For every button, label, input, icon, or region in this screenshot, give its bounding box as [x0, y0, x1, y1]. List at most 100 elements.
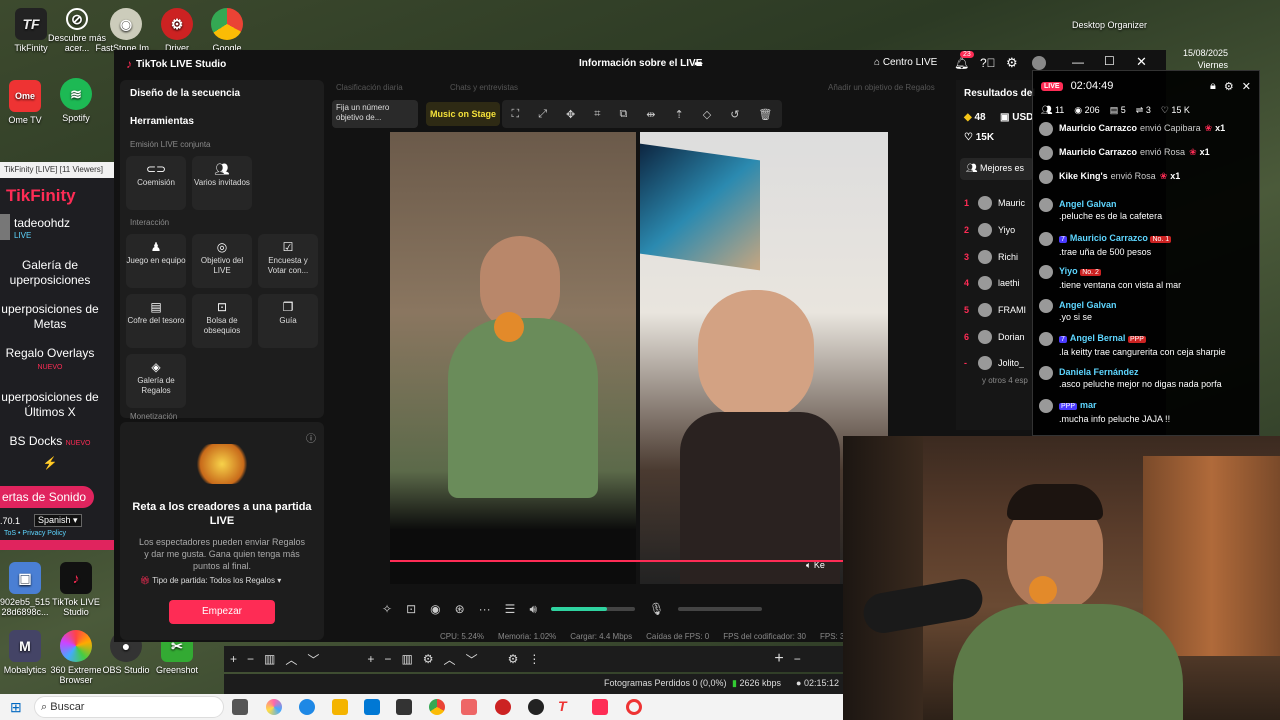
desktop-icon-spotify[interactable]: ≋ Spotify: [45, 78, 107, 123]
driver-icon[interactable]: [495, 699, 511, 715]
live-goal-button[interactable]: ◎ Objetivo del LIVE: [192, 234, 252, 288]
gear-icon[interactable]: ⚙: [423, 652, 434, 666]
ranking-row[interactable]: 6 Dorian: [964, 323, 1034, 350]
sound-alerts-button[interactable]: ertas de Sonido: [0, 486, 94, 508]
up-icon[interactable]: ︿: [444, 651, 456, 668]
copilot-icon[interactable]: [266, 699, 282, 715]
add-icon[interactable]: +: [774, 650, 783, 668]
cohost-button[interactable]: ⊂⊃ Coemisión: [126, 156, 186, 210]
ranking-row[interactable]: 3 Richi: [964, 243, 1034, 270]
tikfinity-menu-item[interactable]: BS Docks NUEVO: [0, 434, 100, 456]
copy-icon[interactable]: ⧉: [619, 108, 627, 121]
expand-icon[interactable]: ⤢: [538, 108, 547, 121]
volume-slider[interactable]: [551, 607, 635, 611]
more-icon[interactable]: ···: [479, 602, 491, 616]
volume-icon[interactable]: 🔊︎: [529, 602, 537, 617]
help-icon[interactable]: ?⃝: [980, 56, 996, 70]
poll-button[interactable]: ☑ Encuesta y Votar con...: [258, 234, 318, 288]
windows-start-icon[interactable]: ⊞: [10, 699, 22, 716]
add-icon[interactable]: +: [230, 652, 237, 666]
sliders-icon[interactable]: ☰: [505, 602, 516, 616]
ranking-row[interactable]: 5 FRAMI: [964, 297, 1034, 324]
language-select[interactable]: Spanish ▾: [34, 514, 82, 527]
desktop-icon-tiktok-live-studio[interactable]: ♪ TikTok LIVE Studio: [45, 562, 107, 617]
treasure-chest-button[interactable]: ▤ Cofre del tesoro: [126, 294, 186, 348]
gift-gallery-button[interactable]: ◈ Galería de Regalos: [126, 354, 186, 408]
undo-icon[interactable]: ↺: [730, 108, 739, 121]
center-icon[interactable]: ✥: [566, 108, 575, 121]
camera-icon[interactable]: ⊛: [455, 602, 465, 616]
tos-privacy-links[interactable]: ToS • Privacy Policy: [4, 530, 66, 537]
layer-up-icon[interactable]: ⇡: [675, 108, 684, 121]
up-icon[interactable]: ︿: [285, 651, 297, 668]
add-icon[interactable]: +: [367, 652, 374, 666]
ranking-row[interactable]: 1 Mauric: [964, 190, 1034, 217]
tab-daily-ranking[interactable]: Clasificación diaria: [336, 83, 403, 92]
opera-icon[interactable]: [626, 699, 642, 715]
close-icon[interactable]: ✕: [1136, 54, 1147, 70]
magic-wand-icon[interactable]: ✧: [382, 602, 392, 616]
share-icon[interactable]: ➦: [694, 57, 703, 70]
tikfinity-menu-item[interactable]: uperposiciones de Últimos X: [0, 390, 100, 434]
layer-icon[interactable]: ◇: [703, 108, 711, 121]
team-game-button[interactable]: ♟ Juego en equipo: [126, 234, 186, 288]
ranking-row[interactable]: 2 Yiyo: [964, 217, 1034, 244]
down-icon[interactable]: ﹀: [466, 651, 478, 668]
fullscreen-icon[interactable]: ⛶: [512, 108, 520, 121]
filter-icon[interactable]: ▥: [264, 652, 275, 666]
screen-icon[interactable]: ⊡: [406, 602, 416, 616]
maximize-icon[interactable]: ☐: [1104, 54, 1115, 68]
edge-icon[interactable]: [299, 699, 315, 715]
microphone-icon[interactable]: 🎙︎: [649, 602, 664, 616]
remove-icon[interactable]: −: [247, 652, 254, 666]
flip-icon[interactable]: ⇹: [646, 108, 655, 121]
settings-icon[interactable]: ⚙: [508, 652, 519, 666]
music-on-stage-button[interactable]: Music on Stage: [426, 102, 500, 126]
goal-hint-widget[interactable]: Fija un número objetivo de...: [332, 100, 418, 128]
best-viewers-tab[interactable]: 👥︎ Mejores es: [960, 158, 1034, 180]
app-icon[interactable]: [396, 699, 412, 715]
tikfinity-icon[interactable]: T: [558, 698, 567, 714]
start-button[interactable]: Empezar: [169, 600, 275, 624]
gift-bag-button[interactable]: ⊡ Bolsa de obsequios: [192, 294, 252, 348]
tab-chats[interactable]: Chats y entrevistas: [450, 83, 518, 92]
gear-icon[interactable]: ⚙: [1006, 55, 1018, 71]
remove-icon[interactable]: −: [384, 652, 391, 666]
record-icon[interactable]: ◉: [430, 602, 440, 616]
taskbar-search[interactable]: ⌕ Buscar: [34, 696, 224, 718]
down-icon[interactable]: ﹀: [307, 651, 319, 668]
tikfinity-menu-item[interactable]: Galería de uperposiciones: [0, 258, 100, 302]
crop-icon[interactable]: ⌗: [594, 108, 600, 121]
obs-icon[interactable]: [528, 699, 544, 715]
desktop-icon-google-chrome[interactable]: Google: [196, 8, 258, 53]
minimize-icon[interactable]: —: [1072, 55, 1084, 69]
task-view-icon[interactable]: [232, 699, 248, 715]
ranking-row[interactable]: - Jolito_: [964, 350, 1034, 377]
app-icon[interactable]: [461, 699, 477, 715]
mic-slider[interactable]: [678, 607, 763, 611]
help-icon[interactable]: ⓘ: [306, 430, 316, 445]
gear-icon[interactable]: ⚙: [1224, 80, 1234, 93]
lock-icon[interactable]: 🔒︎: [1210, 80, 1216, 93]
more-icon[interactable]: ⋮: [528, 652, 540, 666]
chrome-icon[interactable]: [429, 699, 445, 715]
ranking-row[interactable]: 4 laethi: [964, 270, 1034, 297]
store-icon[interactable]: [364, 699, 380, 715]
filter-icon[interactable]: ▥: [401, 652, 412, 666]
avatar[interactable]: [1032, 56, 1046, 70]
match-type-select[interactable]: 🎁︎ Tipo de partida: Todos los Regalos ▾: [140, 576, 281, 585]
folder-icon[interactable]: [332, 699, 348, 715]
tikfinity-menu-item[interactable]: uperposiciones de Metas: [0, 302, 100, 346]
sequence-design-title[interactable]: Diseño de la secuencia: [130, 88, 240, 99]
guide-button[interactable]: ❐ Guía: [258, 294, 318, 348]
remove-icon[interactable]: −: [794, 652, 801, 666]
close-icon[interactable]: ✕: [1242, 80, 1251, 93]
live-info-title[interactable]: Información sobre el LIVE: [579, 58, 702, 69]
tikfinity-menu-item[interactable]: Regalo Overlays: [0, 346, 100, 360]
centro-live-button[interactable]: ⌂ Centro LIVE: [874, 57, 937, 68]
trash-icon[interactable]: 🗑︎: [758, 108, 772, 121]
multi-guest-button[interactable]: 👥︎ Varios invitados: [192, 156, 252, 210]
tab-gift-goal[interactable]: Añadir un objetivo de Regalos: [828, 83, 935, 92]
tiktok-live-studio-icon[interactable]: [592, 699, 608, 715]
bell-icon[interactable]: 🔔︎: [954, 56, 969, 70]
